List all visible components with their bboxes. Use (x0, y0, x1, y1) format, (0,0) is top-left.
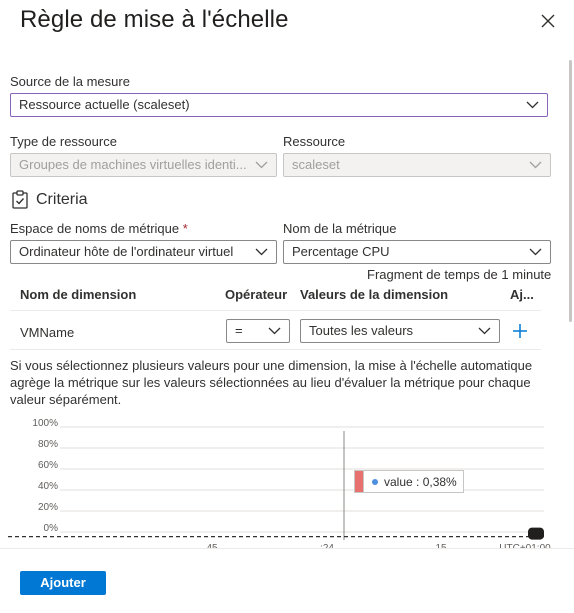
resource-label: Ressource (283, 134, 346, 149)
chevron-down-icon (529, 248, 542, 256)
dimension-values-value: Toutes les valeurs (309, 323, 414, 338)
chevron-down-icon (255, 248, 268, 256)
clipboard-check-icon (12, 190, 28, 209)
metric-chart: 100%80%60%40%20%0%45:2415UTC+01:00 (8, 360, 551, 554)
tooltip-value: value : 0,38% (384, 474, 457, 489)
series-end-marker (528, 527, 544, 540)
add-button[interactable]: Ajouter (20, 571, 106, 595)
namespace-label: Espace de noms de métrique * (10, 221, 188, 236)
resource-type-dropdown: Groupes de machines virtuelles identi... (10, 153, 277, 177)
add-dimension-icon[interactable] (512, 323, 528, 339)
y-tick-label: 100% (32, 418, 58, 429)
namespace-value: Ordinateur hôte de l'ordinateur virtuel (19, 244, 234, 259)
header-divider (10, 310, 541, 311)
y-tick-label: 40% (38, 481, 58, 492)
tooltip-swatch (355, 471, 364, 492)
operator-dropdown[interactable]: = (226, 319, 290, 343)
chart-svg: 100%80%60%40%20%0%45:2415UTC+01:00 (8, 418, 551, 554)
vertical-scrollbar[interactable] (568, 60, 574, 548)
chevron-down-icon (268, 327, 281, 335)
resource-dropdown: scaleset (283, 153, 551, 177)
col-dimension-values: Valeurs de la dimension (300, 287, 449, 302)
y-tick-label: 0% (44, 523, 59, 534)
criteria-heading: Criteria (12, 190, 88, 209)
time-grain-text: Fragment de temps de 1 minute (367, 267, 552, 282)
panel-footer: Ajouter (0, 548, 574, 613)
metric-label: Nom de la métrique (283, 221, 397, 236)
source-label: Source de la mesure (10, 74, 130, 89)
panel-title: Règle de mise à l'échelle (20, 6, 289, 33)
namespace-label-text: Espace de noms de métrique (10, 221, 180, 236)
y-tick-label: 60% (38, 460, 58, 471)
chevron-down-icon (255, 161, 268, 169)
dimension-name-cell: VMName (20, 325, 75, 340)
criteria-title: Criteria (36, 190, 88, 208)
source-value: Ressource actuelle (scaleset) (19, 97, 190, 112)
y-tick-label: 80% (38, 439, 58, 450)
close-icon[interactable] (540, 13, 556, 29)
chevron-down-icon (478, 327, 491, 335)
col-dimension-name: Nom de dimension (20, 287, 137, 302)
chevron-down-icon (529, 161, 542, 169)
resource-value: scaleset (292, 157, 340, 172)
row-divider (10, 349, 541, 350)
required-marker: * (182, 221, 188, 236)
y-tick-label: 20% (38, 502, 58, 513)
dimension-values-dropdown[interactable]: Toutes les valeurs (300, 319, 500, 343)
chevron-down-icon (526, 101, 539, 109)
col-operator: Opérateur (225, 287, 288, 302)
chart-tooltip: value : 0,38% (354, 470, 464, 493)
metric-value: Percentage CPU (292, 244, 390, 259)
namespace-dropdown[interactable]: Ordinateur hôte de l'ordinateur virtuel (10, 240, 277, 264)
col-add: Aj... (510, 287, 534, 302)
metric-dropdown[interactable]: Percentage CPU (283, 240, 551, 264)
tooltip-dot (372, 478, 378, 485)
resource-type-label: Type de ressource (10, 134, 117, 149)
resource-type-value: Groupes de machines virtuelles identi... (19, 157, 247, 172)
source-dropdown[interactable]: Ressource actuelle (scaleset) (10, 93, 548, 117)
scrollbar-thumb[interactable] (569, 60, 572, 322)
